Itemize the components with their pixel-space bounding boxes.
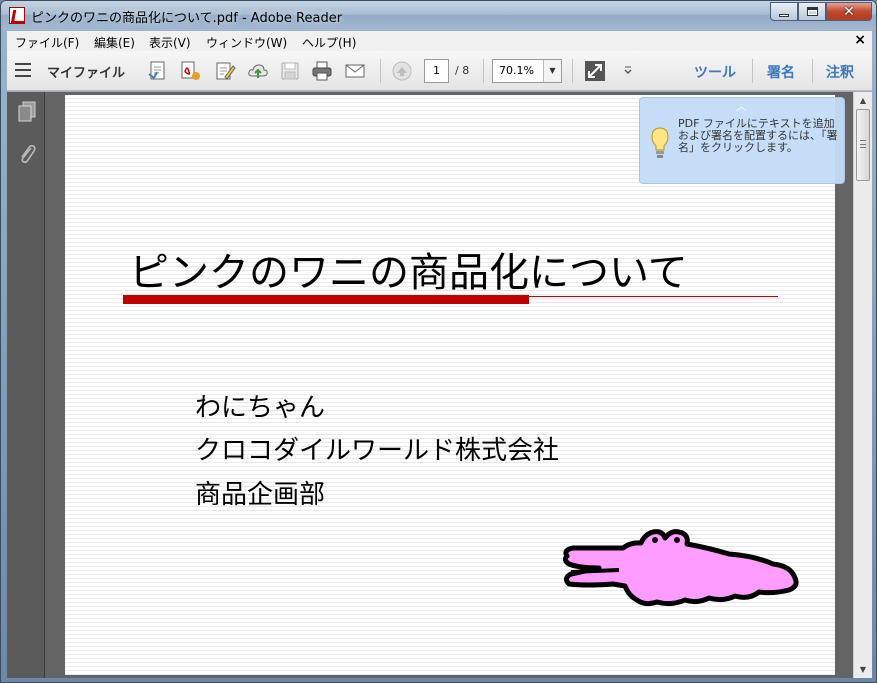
lightbulb-icon — [651, 127, 669, 158]
toolbar: マイファイル 1 / 8 70.1% ▼ ツール 署名 注釈 — [7, 51, 872, 91]
menu-file[interactable]: ファイル(F) — [15, 34, 79, 51]
chevron-down-icon[interactable]: ▼ — [543, 60, 561, 82]
fit-page-icon[interactable] — [584, 60, 606, 82]
menu-bar: ファイル(F) 編集(E) 表示(V) ウィンドウ(W) ヘルプ(H) × — [7, 31, 872, 51]
close-document-button[interactable]: × — [854, 32, 866, 48]
upload-cloud-icon[interactable] — [247, 60, 269, 82]
window-title: ピンクのワニの商品化について.pdf - Adobe Reader — [31, 11, 343, 26]
comment-pane-button[interactable]: 注釈 — [826, 62, 854, 82]
page-total: / 8 — [455, 64, 470, 77]
more-tools-chevron-icon[interactable] — [617, 60, 639, 82]
edit-pdf-icon[interactable] — [214, 60, 236, 82]
previous-page-icon[interactable] — [391, 60, 413, 82]
department-name: 商品企画部 — [195, 480, 326, 510]
hamburger-menu-icon[interactable] — [15, 63, 31, 77]
scrollbar-thumb[interactable] — [856, 109, 870, 181]
page-thumbnails-icon[interactable] — [16, 100, 38, 124]
minimize-button[interactable] — [770, 2, 798, 21]
toolbar-separator — [812, 59, 813, 83]
attachments-paperclip-icon[interactable] — [17, 142, 37, 166]
menu-edit[interactable]: 編集(E) — [94, 34, 135, 51]
pink-crocodile-illustration — [562, 529, 799, 607]
close-icon: ✕ — [843, 3, 855, 20]
zoom-select[interactable]: 70.1% ▼ — [492, 59, 562, 83]
scroll-down-arrow-icon[interactable]: ▼ — [854, 661, 872, 678]
toolbar-separator — [752, 59, 753, 83]
slide-title: ピンクのワニの商品化について — [129, 250, 688, 296]
grip-icon — [860, 140, 866, 148]
toolbar-separator — [483, 59, 484, 83]
maximize-icon — [806, 7, 818, 16]
toolbar-separator — [572, 59, 573, 83]
my-files-button[interactable]: マイファイル — [47, 62, 125, 81]
maximize-button[interactable] — [798, 2, 826, 21]
sign-pane-button[interactable]: 署名 — [767, 62, 795, 82]
menu-view[interactable]: 表示(V) — [149, 34, 191, 51]
chevron-up-icon[interactable]: ︿ — [736, 98, 747, 114]
title-bar[interactable]: ピンクのワニの商品化について.pdf - Adobe Reader ✕ — [1, 1, 876, 30]
sign-hint-tooltip[interactable]: ︿ PDF ファイルにテキストを追加および署名を配置するには、「署名」をクリック… — [639, 97, 845, 184]
app-window: ピンクのワニの商品化について.pdf - Adobe Reader ✕ ファイル… — [0, 0, 877, 683]
title-underline-bar — [123, 295, 529, 304]
menu-help[interactable]: ヘルプ(H) — [302, 34, 356, 51]
combine-pdf-icon[interactable] — [179, 60, 201, 82]
page-number-input[interactable]: 1 — [424, 59, 449, 83]
create-pdf-icon[interactable] — [147, 60, 169, 82]
tooltip-text: PDF ファイルにテキストを追加および署名を配置するには、「署名」をクリックしま… — [678, 117, 838, 154]
email-icon[interactable] — [344, 60, 366, 82]
vertical-scrollbar[interactable]: ▲ ▼ — [853, 92, 872, 678]
navigation-pane — [7, 92, 45, 678]
close-button[interactable]: ✕ — [826, 2, 872, 21]
adobe-reader-icon — [9, 7, 25, 24]
minimize-icon — [779, 14, 789, 17]
save-icon[interactable] — [279, 60, 301, 82]
menu-window[interactable]: ウィンドウ(W) — [206, 34, 287, 51]
print-icon[interactable] — [311, 60, 333, 82]
window-controls: ✕ — [770, 2, 872, 21]
toolbar-separator — [380, 59, 381, 83]
presenter-name: わにちゃん — [195, 393, 326, 423]
company-name: クロコダイルワールド株式会社 — [195, 436, 560, 466]
tools-pane-button[interactable]: ツール — [694, 62, 736, 82]
scroll-up-arrow-icon[interactable]: ▲ — [854, 92, 872, 109]
zoom-value: 70.1% — [499, 64, 534, 77]
